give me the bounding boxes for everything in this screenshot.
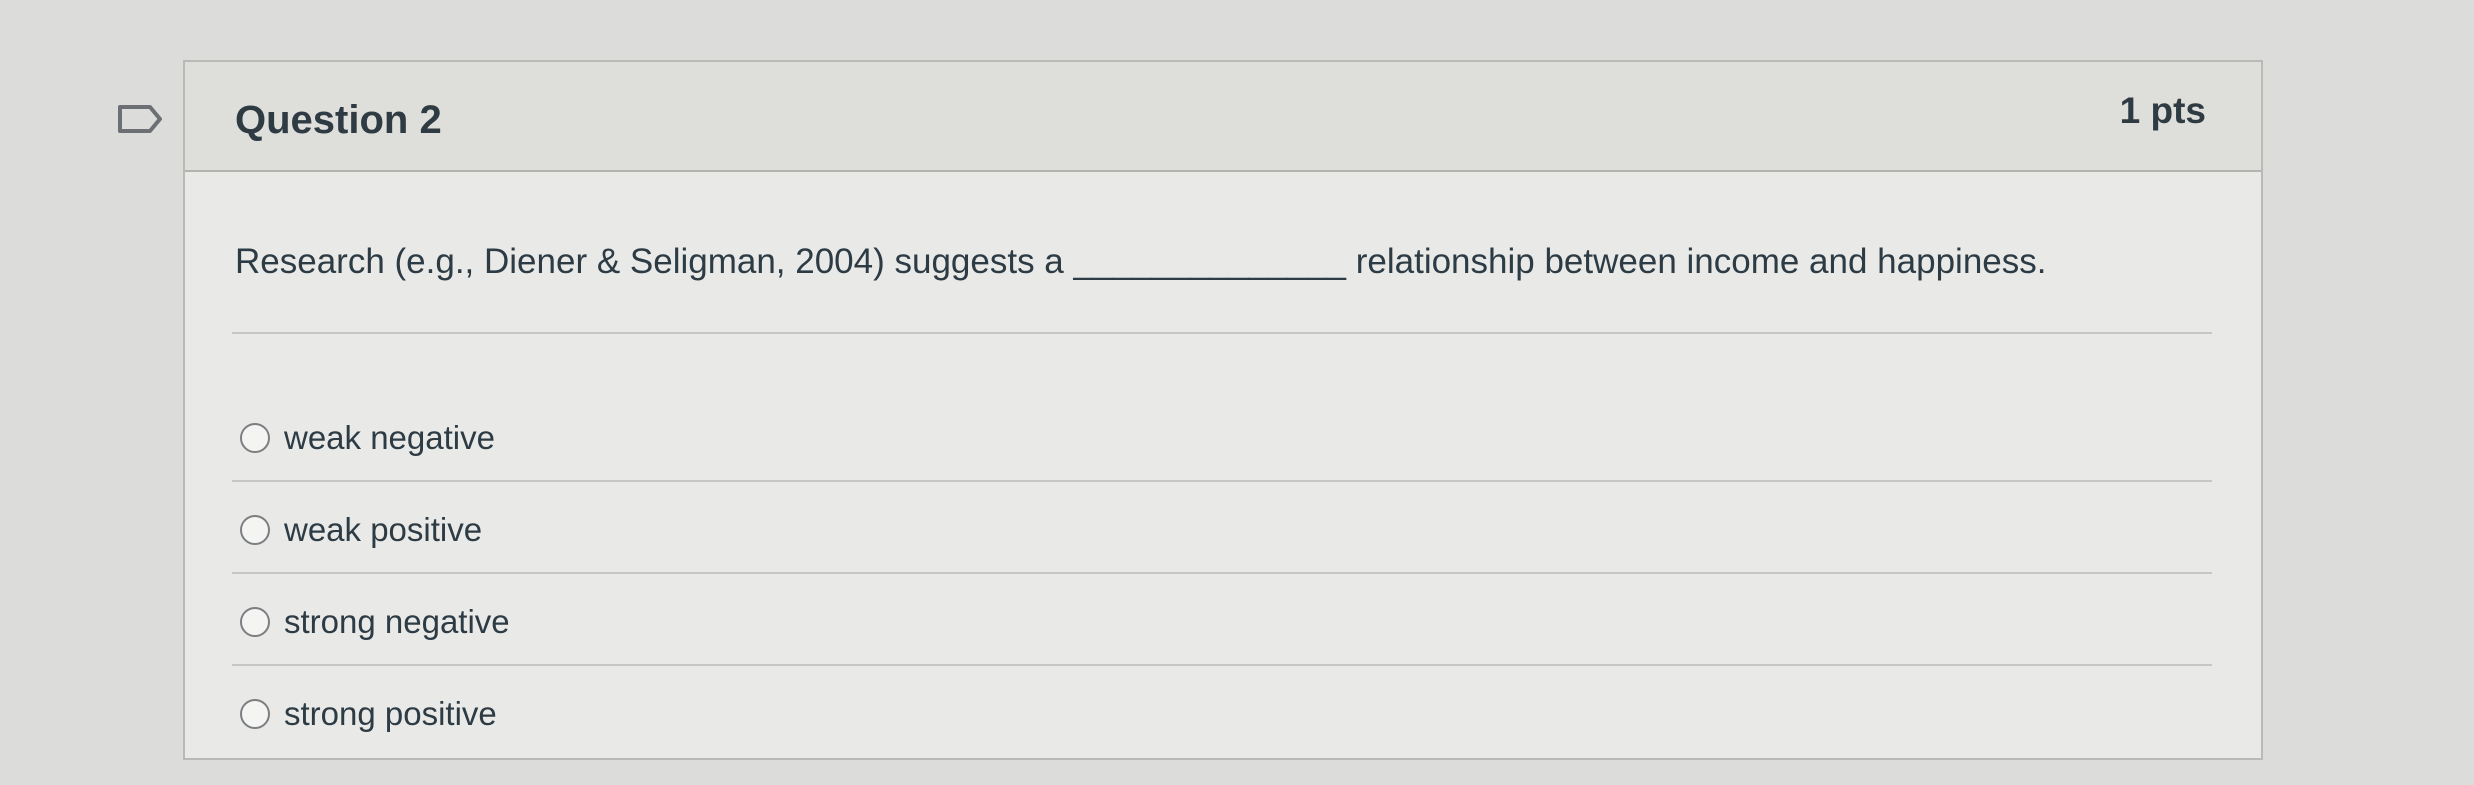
question-divider — [232, 332, 2212, 334]
answer-label: weak positive — [284, 511, 483, 548]
flag-shape-icon — [118, 105, 162, 133]
answer-option-strong-negative[interactable]: strong negative — [240, 600, 510, 644]
answer-divider — [232, 572, 2212, 574]
radio-button[interactable] — [240, 515, 270, 545]
answer-option-weak-negative[interactable]: weak negative — [240, 416, 495, 460]
answer-label: weak negative — [284, 419, 495, 456]
answer-option-weak-positive[interactable]: weak positive — [240, 508, 482, 552]
question-points: 1 pts — [2119, 90, 2206, 131]
radio-button[interactable] — [240, 423, 270, 453]
question-text: Research (e.g., Diener & Seligman, 2004)… — [235, 242, 2047, 281]
radio-button[interactable] — [240, 607, 270, 637]
question-title: Question 2 — [235, 98, 442, 142]
question-header: Question 2 1 pts — [185, 62, 2261, 172]
radio-button[interactable] — [240, 699, 270, 729]
answer-label: strong negative — [284, 603, 510, 640]
question-card: Question 2 1 pts Research (e.g., Diener … — [183, 60, 2263, 760]
answer-option-strong-positive[interactable]: strong positive — [240, 692, 497, 736]
answer-label: strong positive — [284, 695, 497, 732]
answer-divider — [232, 664, 2212, 666]
answer-divider — [232, 480, 2212, 482]
flag-question-icon[interactable] — [116, 103, 164, 135]
